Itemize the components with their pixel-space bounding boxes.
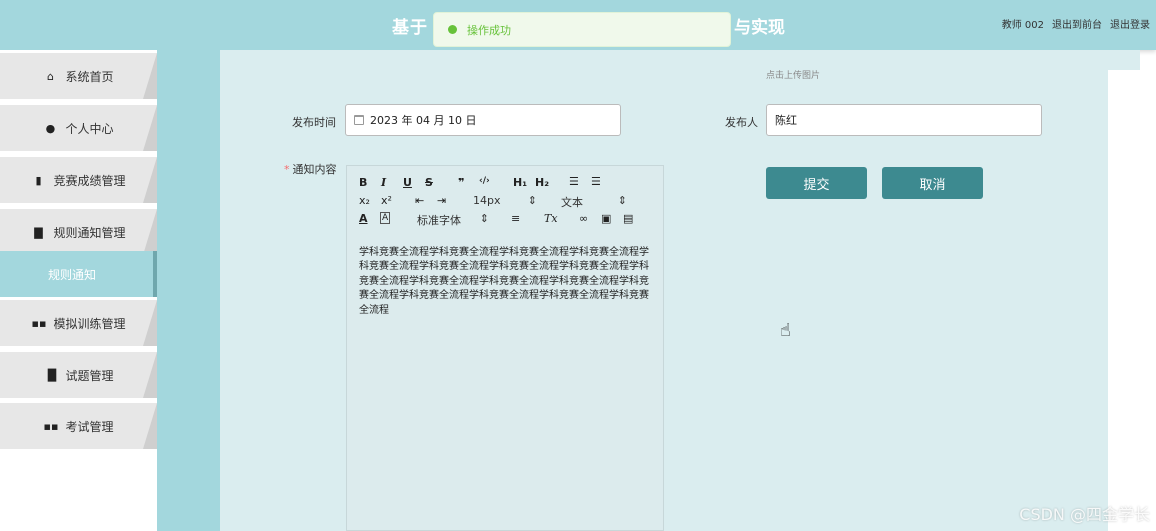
hand-cursor-icon: ☝ — [780, 320, 791, 341]
video-icon[interactable]: ▤ — [623, 212, 633, 225]
sidebar-item-rules-manage[interactable]: ▇ 规则通知管理 — [0, 209, 157, 255]
editor-toolbar: B I U S ❞ ‹/› H₁ H₂ ☰ ☰ x₂ x² ⇤ ⇥ 14px ⇕… — [347, 166, 663, 231]
right-strip-top — [1108, 50, 1140, 70]
sidebar-item-label: 考试管理 — [65, 419, 114, 434]
subscript-button[interactable]: x₂ — [359, 194, 370, 207]
sidebar-item-training[interactable]: ▪▪ 模拟训练管理 — [0, 300, 157, 346]
outdent-icon[interactable]: ⇤ — [415, 194, 424, 207]
underline-button[interactable]: U — [403, 176, 412, 189]
watermark: CSDN @四金学长 — [1019, 505, 1150, 524]
font-size-select[interactable]: 14px ⇕ — [473, 194, 537, 207]
font-family-select[interactable]: 标准字体 ⇕ — [417, 212, 489, 228]
publish-time-label: 发布时间 — [292, 116, 336, 129]
background-color-icon[interactable]: A — [380, 212, 391, 224]
logout-link[interactable]: 退出登录 — [1110, 16, 1150, 31]
ordered-list-icon[interactable]: ☰ — [569, 175, 579, 188]
editor-content[interactable]: 学科竞赛全流程学科竞赛全流程学科竞赛全流程学科竞赛全流程学科竞赛全流程学科竞赛全… — [359, 246, 651, 318]
user-role: 教师 002 — [1001, 20, 1044, 31]
blockquote-button[interactable]: ❞ — [458, 176, 464, 189]
header-user-links: 教师 002 退出到前台 退出登录 — [1002, 16, 1150, 31]
bar-chart-icon: ▐▌ — [43, 368, 61, 382]
select-arrows-icon: ⇕ — [617, 194, 627, 207]
sidebar-item-questions[interactable]: ▐▌ 试题管理 — [0, 352, 157, 398]
sidebar-item-label: 规则通知 — [48, 267, 97, 282]
h1-button[interactable]: H₁ — [513, 176, 527, 189]
link-icon[interactable]: ∞ — [579, 212, 588, 225]
publisher-input[interactable]: 陈红 — [766, 104, 1042, 136]
publish-time-value: 2023 年 04 月 10 日 — [370, 114, 477, 127]
sidebar-item-label: 竞赛成绩管理 — [53, 173, 126, 188]
italic-button[interactable]: I — [381, 176, 386, 189]
font-size-value: 14px — [473, 194, 501, 207]
system-title: 基于 — [392, 18, 428, 38]
upload-image-hint[interactable]: 点击上传图片 — [766, 68, 820, 81]
clean-format-button[interactable]: Tx — [544, 212, 558, 225]
success-icon — [448, 25, 457, 34]
align-icon[interactable]: ≡ — [511, 212, 520, 225]
success-toast: 操作成功 — [433, 12, 731, 47]
sidebar-item-rules-notice[interactable]: 规则通知 — [0, 251, 157, 297]
indent-icon[interactable]: ⇥ — [437, 194, 446, 207]
select-arrows-icon: ⇕ — [479, 212, 489, 225]
h2-button[interactable]: H₂ — [535, 176, 549, 189]
required-mark: * — [284, 163, 290, 176]
book-icon: ▇ — [34, 225, 43, 239]
system-title-tail: 与实现 — [734, 18, 785, 38]
sidebar-item-profile[interactable]: ● 个人中心 — [0, 105, 157, 151]
sidebar-item-label: 系统首页 — [65, 69, 114, 84]
strike-button[interactable]: S — [425, 176, 433, 189]
sidebar-item-label: 规则通知管理 — [53, 225, 126, 240]
sidebar: ⌂ 系统首页 ● 个人中心 ▮ 竞赛成绩管理 ▇ 规则通知管理 规则通知 ▪▪ … — [0, 50, 157, 531]
rich-text-editor[interactable]: B I U S ❞ ‹/› H₁ H₂ ☰ ☰ x₂ x² ⇤ ⇥ 14px ⇕… — [346, 165, 664, 531]
sidebar-item-exams[interactable]: ▪▪ 考试管理 — [0, 403, 157, 449]
sidebar-item-label: 个人中心 — [65, 121, 114, 136]
bold-button[interactable]: B — [359, 176, 367, 189]
publish-time-input[interactable]: 2023 年 04 月 10 日 — [345, 104, 621, 136]
header-select-value: 文本 — [561, 196, 583, 209]
sidebar-item-label: 模拟训练管理 — [53, 316, 126, 331]
sidebar-item-home[interactable]: ⌂ 系统首页 — [0, 53, 157, 99]
publisher-label: 发布人 — [725, 116, 758, 129]
font-family-value: 标准字体 — [417, 214, 461, 227]
toast-message: 操作成功 — [467, 23, 511, 37]
image-icon[interactable]: ▣ — [601, 212, 611, 225]
cancel-button[interactable]: 取消 — [882, 167, 983, 199]
content-label: 通知内容 — [292, 163, 337, 176]
header-select[interactable]: 文本 ⇕ — [561, 194, 627, 210]
calendar-icon — [354, 115, 364, 125]
grid-icon: ▪▪ — [31, 316, 47, 330]
grid-icon: ▪▪ — [43, 419, 59, 433]
sidebar-item-label: 试题管理 — [65, 368, 114, 383]
exit-front-link[interactable]: 退出到前台 — [1052, 16, 1102, 31]
right-margin — [1108, 70, 1156, 531]
content-label-wrap: * 通知内容 — [284, 161, 337, 177]
superscript-button[interactable]: x² — [381, 194, 392, 207]
submit-button[interactable]: 提交 — [766, 167, 867, 199]
user-icon: ● — [45, 121, 56, 135]
home-icon: ⌂ — [46, 69, 54, 83]
sidebar-item-scores[interactable]: ▮ 竞赛成绩管理 — [0, 157, 157, 203]
code-button[interactable]: ‹/› — [479, 176, 490, 186]
select-arrows-icon: ⇕ — [527, 194, 537, 207]
publisher-value: 陈红 — [775, 114, 797, 127]
clipboard-icon: ▮ — [35, 173, 42, 187]
main-left-strip — [157, 50, 220, 531]
bullet-list-icon[interactable]: ☰ — [591, 175, 601, 188]
font-color-icon[interactable]: A — [359, 212, 368, 225]
